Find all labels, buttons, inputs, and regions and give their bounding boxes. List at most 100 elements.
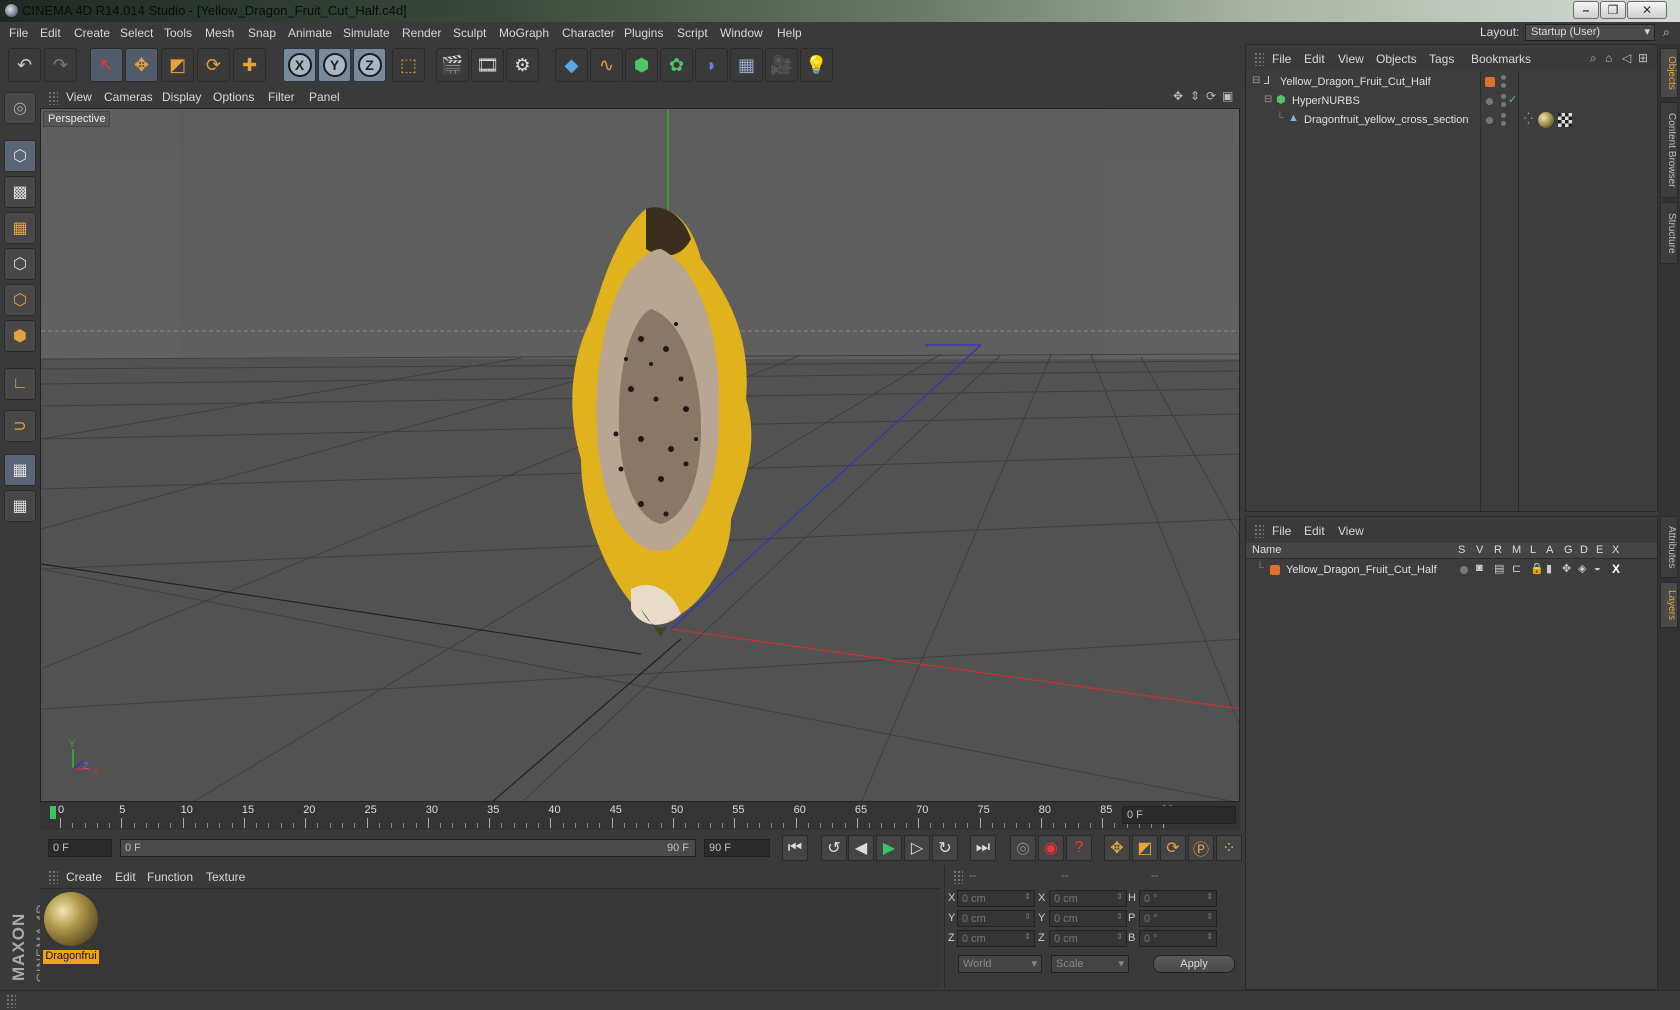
- lm-menu-view[interactable]: View: [1338, 524, 1364, 538]
- coord-value-field[interactable]: 0 cm ⇕: [1049, 910, 1127, 927]
- layer-dot[interactable]: [1486, 117, 1493, 124]
- stepper-icon[interactable]: ⇕: [1206, 912, 1213, 921]
- lm-menu-file[interactable]: File: [1272, 524, 1291, 538]
- menu-render[interactable]: Render: [402, 26, 441, 40]
- stepper-icon[interactable]: ⇕: [1024, 932, 1031, 941]
- menu-window[interactable]: Window: [720, 26, 763, 40]
- mograph-cloner-button[interactable]: ✿: [660, 48, 693, 82]
- uvw-tag-icon[interactable]: [1558, 113, 1572, 127]
- coordinate-system-button[interactable]: ⬚: [392, 48, 425, 82]
- collapse-icon[interactable]: ◁: [1622, 51, 1631, 65]
- material-menu-create[interactable]: Create: [66, 870, 102, 884]
- auto-keying-button[interactable]: ◉: [1038, 835, 1064, 861]
- goto-end-button[interactable]: ⏭: [970, 835, 996, 861]
- snap-magnet-button[interactable]: ⊃: [4, 410, 36, 442]
- last-tool-button[interactable]: ✚: [233, 48, 266, 82]
- menu-select[interactable]: Select: [120, 26, 153, 40]
- viewport-move-icon[interactable]: ✥: [1173, 89, 1183, 103]
- edges-mode-button[interactable]: ⬡: [4, 284, 36, 316]
- make-editable-button[interactable]: ◎: [4, 92, 36, 124]
- planar-workplane-button[interactable]: ▦: [4, 490, 36, 522]
- live-selection-button[interactable]: ↖: [90, 48, 123, 82]
- redo-button[interactable]: ↷: [44, 48, 77, 82]
- layer-column-header[interactable]: M: [1512, 544, 1521, 556]
- om-menu-objects[interactable]: Objects: [1376, 52, 1417, 66]
- om-menu-file[interactable]: File: [1272, 52, 1291, 66]
- key-parameter-button[interactable]: Ⓟ: [1188, 835, 1214, 861]
- render-visibility-dot[interactable]: [1501, 121, 1506, 126]
- viewport-rotate-icon[interactable]: ⟳: [1206, 89, 1216, 103]
- layer-row[interactable]: └ Yellow_Dragon_Fruit_Cut_Half ◙ ▤ ⊏ 🔒 ▮…: [1246, 561, 1657, 580]
- apply-button[interactable]: Apply: [1153, 955, 1235, 973]
- layer-column-header[interactable]: R: [1494, 544, 1502, 556]
- coord-value-field[interactable]: 0 cm ⇕: [1049, 930, 1127, 947]
- material-swatch-dragonfruit[interactable]: Dragonfrui: [43, 891, 99, 965]
- layer-animation-icon[interactable]: ▮: [1546, 562, 1552, 575]
- editor-visibility-dot[interactable]: [1501, 113, 1506, 118]
- previous-frame-button[interactable]: ◀: [848, 835, 874, 861]
- layer-xref-icon[interactable]: X: [1612, 562, 1620, 576]
- stepper-icon[interactable]: ⇕: [1206, 892, 1213, 901]
- viewport-menu-options[interactable]: Options: [213, 90, 254, 104]
- key-pla-button[interactable]: ⁘: [1216, 835, 1242, 861]
- model-mode-button[interactable]: ⬡: [4, 140, 36, 172]
- coord-value-field[interactable]: 0 ° ⇕: [1139, 910, 1217, 927]
- coord-mode-select[interactable]: Scale ▾: [1051, 955, 1129, 973]
- stepper-icon[interactable]: ⇕: [1024, 912, 1031, 921]
- layer-render-icon[interactable]: ▤: [1494, 562, 1504, 575]
- panel-grip-icon[interactable]: [953, 870, 963, 884]
- editor-visibility-dot[interactable]: [1501, 75, 1506, 80]
- undo-button[interactable]: ↶: [8, 48, 41, 82]
- viewport-menu-cameras[interactable]: Cameras: [104, 90, 153, 104]
- menu-file[interactable]: File: [9, 26, 28, 40]
- phong-tag-icon[interactable]: ⁛: [1524, 112, 1533, 125]
- workplane-lock-button[interactable]: ▦: [4, 454, 36, 486]
- new-panel-icon[interactable]: ⊞: [1638, 51, 1648, 65]
- material-menu-texture[interactable]: Texture: [206, 870, 245, 884]
- end-frame-field[interactable]: 90 F: [704, 839, 770, 857]
- stepper-icon[interactable]: ⇕: [1024, 892, 1031, 901]
- enabled-checkmark-icon[interactable]: ✓: [1508, 93, 1517, 106]
- stepper-icon[interactable]: ⇕: [1116, 912, 1123, 921]
- layer-column-header[interactable]: D: [1580, 544, 1588, 556]
- layer-generators-icon[interactable]: ✥: [1562, 562, 1571, 575]
- viewport-menu-filter[interactable]: Filter: [268, 90, 295, 104]
- tab-objects[interactable]: Objects: [1660, 48, 1678, 98]
- render-settings-button[interactable]: ⚙: [506, 48, 539, 82]
- render-visibility-dot[interactable]: [1501, 83, 1506, 88]
- menu-plugins[interactable]: Plugins: [624, 26, 663, 40]
- menu-snap[interactable]: Snap: [248, 26, 276, 40]
- layer-dot[interactable]: [1486, 98, 1493, 105]
- spline-pen-button[interactable]: ∿: [590, 48, 623, 82]
- layer-view-eye-icon[interactable]: ◙: [1476, 562, 1483, 574]
- object-row[interactable]: └ ▲ Dragonfruit_yellow_cross_section ⁛: [1246, 111, 1657, 130]
- record-keys-button[interactable]: ◎: [1010, 835, 1036, 861]
- texture-mode-button[interactable]: ▩: [4, 176, 36, 208]
- layer-manager-icon[interactable]: ⊏: [1512, 562, 1521, 575]
- move-tool-button[interactable]: ✥: [125, 48, 158, 82]
- polygons-mode-button[interactable]: ⬢: [4, 320, 36, 352]
- tab-content-browser[interactable]: Content Browser: [1660, 102, 1678, 198]
- minimize-button[interactable]: –: [1573, 1, 1599, 19]
- layer-color-swatch[interactable]: [1270, 565, 1280, 575]
- viewport-zoom-icon[interactable]: ⇕: [1190, 89, 1200, 103]
- menu-character[interactable]: Character: [562, 26, 615, 40]
- coord-system-select[interactable]: World ▾: [958, 955, 1042, 973]
- keyframe-selection-button[interactable]: ?: [1066, 835, 1092, 861]
- layer-column-header[interactable]: S: [1458, 544, 1465, 556]
- material-menu-function[interactable]: Function: [147, 870, 193, 884]
- x-axis-lock-button[interactable]: X: [283, 48, 316, 82]
- scale-tool-button[interactable]: ◩: [161, 48, 194, 82]
- coord-value-field[interactable]: 0 ° ⇕: [1139, 930, 1217, 947]
- home-icon[interactable]: ⌂: [1605, 51, 1612, 65]
- menu-tools[interactable]: Tools: [164, 26, 192, 40]
- rotate-tool-button[interactable]: ⟳: [197, 48, 230, 82]
- layer-column-header[interactable]: X: [1612, 544, 1619, 556]
- expand-icon[interactable]: ⊟: [1264, 94, 1272, 105]
- stepper-icon[interactable]: ⇕: [1116, 892, 1123, 901]
- points-mode-button[interactable]: ⬡: [4, 248, 36, 280]
- om-menu-bookmarks[interactable]: Bookmarks: [1471, 52, 1531, 66]
- viewport-menu-display[interactable]: Display: [162, 90, 201, 104]
- next-frame-button[interactable]: ▷: [904, 835, 930, 861]
- enable-axis-button[interactable]: ∟: [4, 368, 36, 400]
